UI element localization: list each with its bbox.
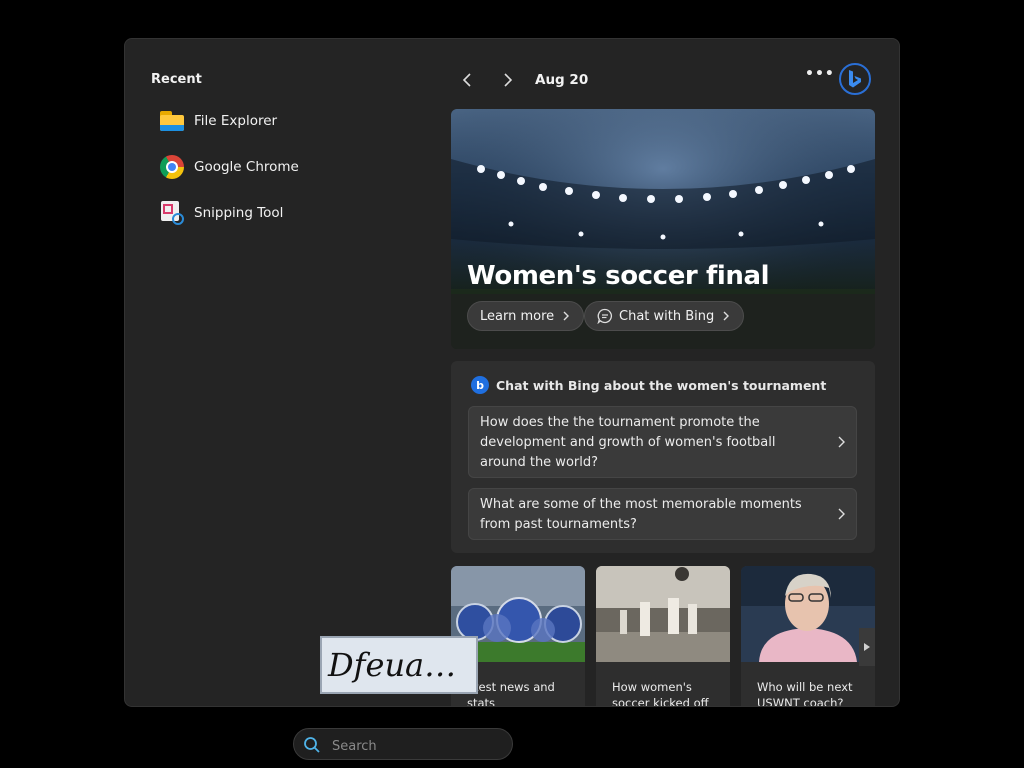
recent-item-file-explorer[interactable]: File Explorer xyxy=(159,104,399,138)
bing-question-text: What are some of the most memorable mome… xyxy=(480,497,802,532)
recent-item-label: Google Chrome xyxy=(194,159,299,175)
recent-item-label: Snipping Tool xyxy=(194,205,284,221)
previous-button[interactable] xyxy=(455,67,481,93)
chevron-right-icon xyxy=(723,311,730,321)
widgets-panel: Recent File Explorer Google Chrome Snipp… xyxy=(124,38,900,707)
search-input[interactable] xyxy=(330,735,504,757)
bing-chat-heading-text: Chat with Bing about the women's tournam… xyxy=(496,377,827,393)
bing-question-1[interactable]: How does the the tournament promote the … xyxy=(468,406,857,478)
news-caption: atest news and stats xyxy=(467,680,555,707)
handwriting-overlay: Dfeua… xyxy=(320,636,478,694)
chevron-left-icon xyxy=(462,73,471,87)
bing-chat-card: b Chat with Bing about the women's tourn… xyxy=(451,361,875,553)
date-label: Aug 20 xyxy=(535,72,589,88)
recent-heading: Recent xyxy=(151,72,202,87)
bing-icon xyxy=(849,70,861,88)
search-icon xyxy=(304,737,320,753)
bing-icon: b xyxy=(471,376,489,394)
hero-title: Women's soccer final xyxy=(467,261,770,291)
more-options-button[interactable]: ••• xyxy=(805,66,834,88)
chevron-right-icon xyxy=(838,436,845,448)
recent-item-google-chrome[interactable]: Google Chrome xyxy=(159,150,399,184)
hero-card[interactable]: Women's soccer final Learn more Chat wit… xyxy=(451,109,875,349)
vintage-soccer-image xyxy=(596,566,730,662)
learn-more-button[interactable]: Learn more xyxy=(467,301,585,331)
news-card-2[interactable]: How women's soccer kicked off xyxy=(596,566,730,707)
news-scroll-right-button[interactable] xyxy=(859,628,875,666)
recent-item-label: File Explorer xyxy=(194,113,278,129)
chat-with-bing-label: Chat with Bing xyxy=(619,308,715,324)
bing-chat-heading: b Chat with Bing about the women's tourn… xyxy=(471,376,826,394)
caret-right-icon xyxy=(864,643,870,651)
search-box[interactable] xyxy=(293,728,513,760)
chat-bubble-icon xyxy=(597,308,613,324)
bing-question-text: How does the the tournament promote the … xyxy=(480,415,776,470)
chat-with-bing-button[interactable]: Chat with Bing xyxy=(584,301,745,331)
snipping-tool-icon xyxy=(159,200,185,226)
chevron-right-icon xyxy=(563,311,570,321)
chrome-icon xyxy=(159,154,185,180)
folder-icon xyxy=(159,108,185,134)
news-card-3[interactable]: Who will be next USWNT coach? xyxy=(741,566,875,707)
news-caption: How women's soccer kicked off xyxy=(612,680,709,707)
next-button[interactable] xyxy=(494,67,520,93)
learn-more-label: Learn more xyxy=(480,308,555,324)
chevron-right-icon xyxy=(504,73,513,87)
coach-portrait-image xyxy=(741,566,875,662)
recent-item-snipping-tool[interactable]: Snipping Tool xyxy=(159,196,399,230)
news-caption: Who will be next USWNT coach? xyxy=(757,680,853,707)
bing-question-2[interactable]: What are some of the most memorable mome… xyxy=(468,488,857,540)
bing-logo-button[interactable] xyxy=(839,63,871,95)
chevron-right-icon xyxy=(838,508,845,520)
